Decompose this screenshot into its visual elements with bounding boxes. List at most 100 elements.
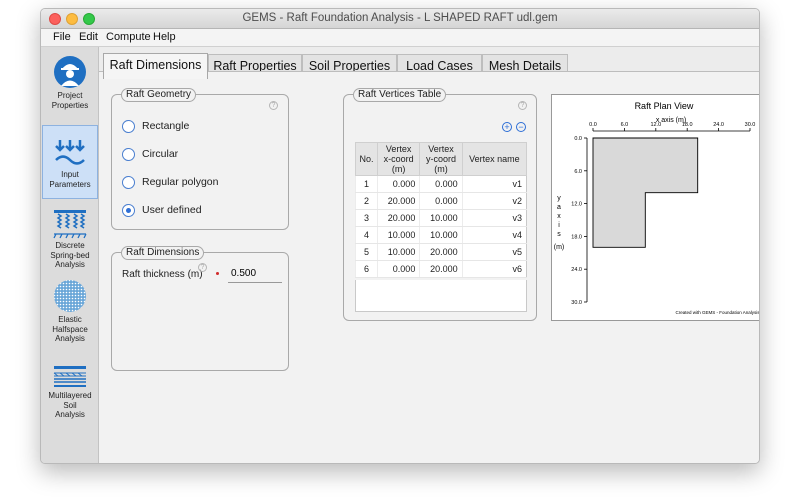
cell-no[interactable]: 6 (355, 260, 378, 278)
raft-thickness-label: Raft thickness (m) (122, 269, 203, 280)
table-header-row: No. Vertex x-coord (m) Vertex y-coord (m… (355, 142, 528, 176)
sidebar-label: Elastic (58, 315, 82, 324)
cell-y[interactable]: 10.000 (419, 226, 463, 244)
cell-no[interactable]: 3 (355, 209, 378, 227)
x-tick-label: 30.0 (745, 122, 756, 128)
cell-name[interactable]: v5 (461, 243, 527, 261)
column-header-no[interactable]: No. (355, 142, 378, 176)
sidebar-item-input-parameters[interactable]: Input Parameters (42, 125, 98, 199)
chart-credit: Created with GEMS - Foundation Analysis … (675, 310, 760, 315)
cell-y[interactable]: 20.000 (419, 260, 463, 278)
cell-x[interactable]: 20.000 (376, 209, 420, 227)
sidebar-label: Input (61, 170, 79, 179)
sidebar-label: Project (57, 91, 83, 100)
sidebar-label: Halfspace (52, 324, 88, 334)
x-tick-label: 6.0 (621, 122, 629, 128)
x-tick-label: 18.0 (682, 122, 693, 128)
menu-file[interactable]: File (53, 31, 71, 43)
raft-plan-view-chart: Raft Plan Viewx axis (m)0.0 6.0 12.0 18.0 24… (554, 101, 760, 315)
radio-label: Regular polygon (142, 176, 219, 188)
raft-geometry-title: Raft Geometry (121, 88, 197, 102)
tab-raft-dimensions[interactable]: Raft Dimensions (103, 53, 208, 79)
sidebar-label: Analysis (55, 260, 85, 269)
table-row[interactable]: 1 0.000 0.000 v1 (355, 175, 527, 193)
cell-x[interactable]: 0.000 (376, 260, 420, 278)
sidebar-item-project-properties[interactable]: Project Properties (42, 55, 98, 119)
table-row[interactable]: 5 10.000 20.000 v5 (355, 243, 527, 261)
raft-dimensions-group: Raft Dimensions Raft thickness (m) ? (111, 246, 289, 371)
cell-name[interactable]: v4 (461, 226, 527, 244)
cell-x[interactable]: 10.000 (376, 226, 420, 244)
cell-no[interactable]: 2 (355, 192, 378, 210)
radio-button-selected[interactable] (122, 204, 135, 217)
sidebar-label: Discrete (55, 241, 85, 250)
raft-vertices-title: Raft Vertices Table (353, 88, 447, 102)
y-axis-label-letter: i (558, 222, 560, 229)
required-indicator (216, 272, 219, 275)
sidebar-label: Spring-bed (50, 250, 90, 260)
cell-name[interactable]: v1 (461, 175, 527, 193)
table-row[interactable]: 6 0.000 20.000 v6 (355, 260, 527, 278)
x-tick-label: 0.0 (589, 122, 597, 128)
help-icon[interactable]: ? (518, 101, 527, 110)
cell-no[interactable]: 5 (355, 243, 378, 261)
cell-x[interactable]: 20.000 (376, 192, 420, 210)
help-icon[interactable]: ? (269, 101, 278, 110)
header-line: (m) (391, 164, 406, 174)
raft-outline-shape (592, 137, 699, 248)
menu-compute[interactable]: Compute (106, 31, 151, 43)
cell-y[interactable]: 10.000 (419, 209, 463, 227)
x-tick-label: 24.0 (713, 122, 724, 128)
y-axis-label-letter: s (557, 231, 561, 238)
radio-button[interactable] (122, 148, 135, 161)
cell-name[interactable]: v6 (461, 260, 527, 278)
y-tick-label: 18.0 (571, 234, 582, 240)
y-axis-label-letter: y (557, 195, 561, 202)
sidebar-label: Analysis (55, 334, 85, 343)
tab-content-raft-dimensions: Raft Geometry ? Rectangle Circular Regul… (99, 71, 759, 463)
column-header-name[interactable]: Vertex name (461, 142, 528, 176)
cell-y[interactable]: 0.000 (419, 192, 463, 210)
cell-x[interactable]: 0.000 (376, 175, 420, 193)
sidebar-label: Properties (51, 100, 89, 110)
raft-geometry-group: Raft Geometry ? Rectangle Circular Regul… (111, 88, 289, 230)
cell-name[interactable]: v2 (461, 192, 527, 210)
cell-no[interactable]: 1 (355, 175, 378, 193)
raft-thickness-input[interactable] (228, 265, 282, 283)
radio-button[interactable] (122, 120, 135, 133)
y-axis-unit: (m) (554, 244, 565, 251)
radio-label: Circular (142, 148, 179, 160)
cell-y[interactable]: 0.000 (419, 175, 463, 193)
cell-name[interactable]: v3 (461, 209, 527, 227)
y-axis-label-letter: a (557, 204, 561, 211)
help-icon[interactable]: ? (198, 263, 207, 272)
remove-vertex-button[interactable]: − (516, 122, 526, 132)
table-row[interactable]: 2 20.000 0.000 v2 (355, 192, 527, 210)
sidebar-label: Analysis (55, 410, 85, 419)
sidebar: Project Properties Input Parameters Disc… (41, 47, 99, 463)
radio-label: Rectangle (142, 120, 190, 132)
column-header-y[interactable]: Vertex y-coord (m) (419, 142, 463, 176)
cell-x[interactable]: 10.000 (376, 243, 420, 261)
menu-edit[interactable]: Edit (79, 31, 98, 43)
table-row[interactable]: 4 10.000 10.000 v4 (355, 226, 527, 244)
cell-y[interactable]: 20.000 (419, 243, 463, 261)
y-tick-label: 12.0 (571, 202, 582, 208)
spring-bed-icon (53, 210, 87, 239)
raft-plan-view-panel: Raft Plan View x axis (m) 0.0 6.0 12.0 18.0 24… (551, 94, 760, 321)
vertices-table: No. Vertex x-coord (m) Vertex y-coord (m… (355, 142, 528, 278)
title-bar: GEMS - Raft Foundation Analysis - L SHAP… (41, 9, 759, 29)
add-vertex-button[interactable]: + (502, 122, 512, 132)
radio-button[interactable] (122, 176, 135, 189)
sidebar-item-multilayered-soil-analysis[interactable]: Multilayered Soil Analysis (42, 365, 98, 419)
header-line: Vertex (385, 144, 412, 154)
table-empty-area[interactable] (355, 280, 527, 312)
sidebar-item-spring-bed-analysis[interactable]: Discrete Spring-bed Analysis (42, 209, 98, 271)
menu-help[interactable]: Help (153, 31, 176, 43)
table-row[interactable]: 3 20.000 10.000 v3 (355, 209, 527, 227)
column-header-x[interactable]: Vertex x-coord (m) (376, 142, 421, 176)
cell-no[interactable]: 4 (355, 226, 378, 244)
layers-icon (53, 366, 86, 387)
header-line: x-coord (383, 154, 414, 164)
sidebar-item-halfspace-analysis[interactable]: Elastic Halfspace Analysis (42, 279, 98, 345)
